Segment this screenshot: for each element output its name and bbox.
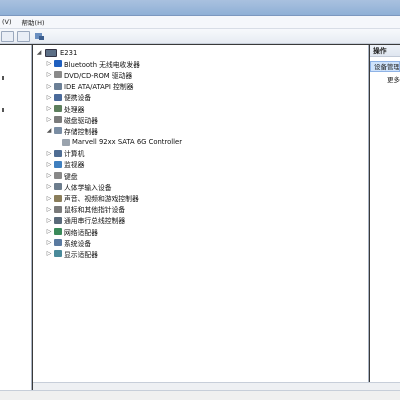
expand-icon[interactable]: ▷ — [45, 195, 53, 202]
monitor-icon — [54, 160, 62, 168]
expand-icon[interactable]: ▷ — [45, 250, 53, 257]
expand-icon[interactable]: ▷ — [45, 183, 53, 190]
tree-category-item[interactable]: ▷ IDE ATA/ATAPI 控制器 — [35, 81, 182, 92]
tree-category-item[interactable]: ▷ 监视器 — [35, 159, 182, 170]
tree-category-item[interactable]: ▷ 通用串行总线控制器 — [35, 215, 182, 226]
tree-item-label: 声音、视频和游戏控制器 — [64, 195, 139, 204]
action-device-manager[interactable]: 设备管理器 — [370, 61, 400, 72]
tree-item-label: 通用串行总线控制器 — [64, 217, 126, 226]
device-tree-pane[interactable]: ◢ E231 ▷ Bluetooth 无线电收发器 ▷ DVD/CD-ROM 驱动器 ▷… — [33, 45, 369, 382]
tree-item-label: 显示适配器 — [64, 250, 98, 259]
tree-item-label: 系统设备 — [64, 239, 92, 248]
tree-item-label: 鼠标和其他指针设备 — [64, 206, 126, 215]
dvd-drive-icon — [54, 71, 62, 79]
computer-icon — [54, 149, 62, 157]
tree-root[interactable]: ◢ E231 — [35, 47, 182, 58]
mouse-icon — [54, 205, 62, 213]
tree-item-label: 监视器 — [64, 161, 85, 170]
tree-category-item[interactable]: ◢ 存储控制器 — [35, 125, 182, 136]
properties-icon[interactable] — [17, 30, 30, 42]
status-bar — [0, 390, 400, 400]
expand-icon[interactable]: ▷ — [45, 94, 53, 101]
actions-header: 操作 — [370, 45, 400, 57]
display-adapter-icon — [54, 250, 62, 258]
expand-icon[interactable]: ▷ — [45, 60, 53, 67]
tree-child-item[interactable]: Marvell 92xx SATA 6G Controller — [35, 137, 182, 148]
tree-item-label: 键盘 — [64, 172, 78, 181]
tree-category-item[interactable]: ▷ 网络适配器 — [35, 226, 182, 237]
expand-icon[interactable]: ▷ — [45, 150, 53, 157]
nav-tick — [2, 76, 4, 80]
tree-item-label: IDE ATA/ATAPI 控制器 — [64, 83, 134, 92]
left-navigation-pane[interactable] — [0, 45, 32, 400]
toolbar — [0, 29, 400, 44]
window-title-bar[interactable] — [0, 0, 400, 16]
tree-category-item[interactable]: ▷ 人体学输入设备 — [35, 181, 182, 192]
expand-icon[interactable]: ▷ — [45, 105, 53, 112]
sound-icon — [54, 194, 62, 202]
expand-icon[interactable]: ▷ — [45, 161, 53, 168]
nav-tick — [2, 108, 4, 112]
keyboard-icon — [54, 172, 62, 180]
help-icon-glyph — [35, 32, 44, 40]
horizontal-scrollbar[interactable] — [33, 382, 400, 390]
tree-category-item[interactable]: ▷ 鼠标和其他指针设备 — [35, 204, 182, 215]
expand-icon[interactable]: ▷ — [45, 172, 53, 179]
system-device-icon — [54, 239, 62, 247]
device-tree: ◢ E231 ▷ Bluetooth 无线电收发器 ▷ DVD/CD-ROM 驱动器 ▷… — [35, 47, 182, 260]
tree-category-item[interactable]: ▷ DVD/CD-ROM 驱动器 — [35, 69, 182, 80]
tree-item-label: DVD/CD-ROM 驱动器 — [64, 71, 133, 80]
tree-category-item[interactable]: ▷ 声音、视频和游戏控制器 — [35, 192, 182, 203]
tree-item-label: 网络适配器 — [64, 228, 98, 237]
tree-item-label: 计算机 — [64, 150, 85, 159]
network-adapter-icon — [54, 228, 62, 236]
bluetooth-icon — [54, 60, 62, 68]
ide-controller-icon — [54, 82, 62, 90]
tree-category-item[interactable]: ▷ 便携设备 — [35, 92, 182, 103]
actions-pane: 操作 设备管理器 更多 — [370, 45, 400, 382]
tree-item-label: Marvell 92xx SATA 6G Controller — [72, 138, 183, 147]
computer-root-icon — [45, 48, 57, 57]
storage-controller-icon — [54, 127, 62, 135]
hid-icon — [54, 183, 62, 191]
expand-icon[interactable]: ▷ — [45, 206, 53, 213]
expand-icon[interactable]: ▷ — [45, 71, 53, 78]
tree-item-label: 便携设备 — [64, 94, 92, 103]
tree-item-label: Bluetooth 无线电收发器 — [64, 60, 140, 69]
menu-bar: (V) 帮助(H) — [0, 16, 400, 29]
back-icon[interactable] — [1, 30, 14, 42]
expand-icon[interactable]: ▷ — [45, 217, 53, 224]
menu-view[interactable]: (V) — [2, 18, 12, 26]
expand-icon[interactable]: ▷ — [45, 83, 53, 90]
tree-root-label: E231 — [60, 48, 78, 57]
tree-item-label: 存储控制器 — [64, 127, 98, 136]
action-more[interactable]: 更多 — [370, 74, 400, 84]
tree-item-label: 人体学输入设备 — [64, 183, 112, 192]
tree-category-item[interactable]: ▷ 处理器 — [35, 103, 182, 114]
processor-icon — [54, 105, 62, 113]
tree-category-item[interactable]: ▷ 系统设备 — [35, 237, 182, 248]
portable-device-icon — [54, 93, 62, 101]
tree-category-item[interactable]: ▷ 显示适配器 — [35, 248, 182, 259]
expand-icon[interactable]: ▷ — [45, 116, 53, 123]
menu-help[interactable]: 帮助(H) — [22, 17, 45, 27]
collapse-icon[interactable]: ◢ — [45, 127, 53, 134]
tree-item-label: 处理器 — [64, 105, 85, 114]
collapse-icon[interactable]: ◢ — [35, 49, 43, 56]
controller-device-icon — [62, 138, 70, 146]
tree-category-item[interactable]: ▷ Bluetooth 无线电收发器 — [35, 58, 182, 69]
tree-category-item[interactable]: ▷ 计算机 — [35, 148, 182, 159]
expand-icon[interactable]: ▷ — [45, 239, 53, 246]
disk-drive-icon — [54, 116, 62, 124]
tree-category-item[interactable]: ▷ 磁盘驱动器 — [35, 114, 182, 125]
tree-category-item[interactable]: ▷ 键盘 — [35, 170, 182, 181]
expand-icon[interactable]: ▷ — [45, 228, 53, 235]
usb-icon — [54, 216, 62, 224]
help-icon[interactable] — [33, 31, 46, 42]
tree-item-label: 磁盘驱动器 — [64, 116, 98, 125]
